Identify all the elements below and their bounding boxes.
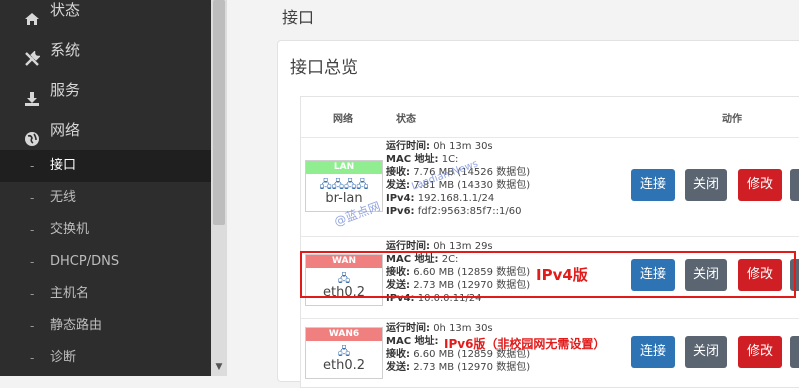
interface-status-lan: 运行时间: 0h 13m 30s MAC 地址: 1C: 接收: 7.76 MB… xyxy=(386,141,531,217)
sidebar-item-wireless[interactable]: - 无线 xyxy=(0,182,211,214)
edit-button-lan[interactable]: 修改 xyxy=(738,169,782,201)
tree-dash: - xyxy=(30,159,35,173)
annotation-ipv4: IPv4版 xyxy=(536,266,588,284)
sidebar-item-label: 无线 xyxy=(50,190,77,205)
sidebar-item-interfaces[interactable]: - 接口 xyxy=(0,150,211,182)
connect-button-lan[interactable]: 连接 xyxy=(631,169,675,201)
row-divider xyxy=(301,236,799,237)
sidebar-item-diagnostics[interactable]: - 诊断 xyxy=(0,342,211,374)
network-ports-icon: 🖧🖧🖧🖧 xyxy=(319,178,369,191)
sidebar-item-label: 诊断 xyxy=(50,350,77,365)
edit-button-wan6[interactable]: 修改 xyxy=(738,336,782,368)
sidebar-item-dhcp-dns[interactable]: - DHCP/DNS xyxy=(0,246,211,278)
interface-name: WAN6 xyxy=(306,328,382,341)
sidebar-item-switch[interactable]: - 交换机 xyxy=(0,214,211,246)
sidebar-item-label: 状态 xyxy=(50,1,81,19)
delete-button-lan[interactable] xyxy=(790,169,799,201)
sidebar-item-static-routes[interactable]: - 静态路由 xyxy=(0,310,211,342)
column-header-network: 网络 xyxy=(333,114,353,125)
sidebar-item-label: 静态路由 xyxy=(50,318,103,333)
sidebar-item-label: 接口 xyxy=(50,158,77,173)
sidebar-item-label: 交换机 xyxy=(50,222,90,237)
tree-dash: - xyxy=(30,191,35,205)
scroll-down-arrow-icon[interactable]: ▼ xyxy=(213,360,225,374)
tree-dash: - xyxy=(30,351,35,365)
sidebar-item-status[interactable]: 状态 xyxy=(0,0,211,30)
sidebar-item-label: DHCP/DNS xyxy=(50,254,120,269)
sidebar-item-label: 系统 xyxy=(50,41,81,59)
column-header-actions: 动作 xyxy=(722,114,742,125)
network-port-icon: 🖧 xyxy=(337,345,351,358)
sidebar-item-label: 网络 xyxy=(50,121,81,139)
home-icon xyxy=(24,2,40,25)
connect-button-wan6[interactable]: 连接 xyxy=(631,336,675,368)
row-divider xyxy=(301,137,799,138)
scrollbar-thumb[interactable] xyxy=(213,0,225,225)
sidebar-item-network[interactable]: 网络 xyxy=(0,110,211,150)
tree-dash: - xyxy=(30,255,35,269)
download-icon xyxy=(24,82,40,106)
sidebar-item-services[interactable]: 服务 xyxy=(0,70,211,110)
globe-icon xyxy=(24,122,40,146)
column-header-status: 状态 xyxy=(396,114,416,125)
wrench-icon xyxy=(24,42,41,66)
section-title: 接口总览 xyxy=(290,58,358,78)
interface-badge-wan6[interactable]: WAN6 🖧 eth0.2 xyxy=(305,327,383,379)
delete-button-wan6[interactable] xyxy=(790,336,799,368)
sidebar-item-label: 主机名 xyxy=(50,286,90,301)
page-title: 接口 xyxy=(282,8,315,27)
close-button-wan6[interactable]: 关闭 xyxy=(685,336,727,368)
annotation-ipv6: IPv6版（非校园网无需设置） xyxy=(444,337,606,351)
tree-dash: - xyxy=(30,223,35,237)
sidebar-item-system[interactable]: 系统 xyxy=(0,30,211,70)
tree-dash: - xyxy=(30,287,35,301)
row-divider xyxy=(301,318,799,319)
interface-name: LAN xyxy=(306,161,382,174)
sidebar-item-label: 服务 xyxy=(50,81,81,99)
tree-dash: - xyxy=(30,319,35,333)
close-button-lan[interactable]: 关闭 xyxy=(685,169,727,201)
sidebar-item-hostnames[interactable]: - 主机名 xyxy=(0,278,211,310)
interface-device: eth0.2 xyxy=(322,358,365,373)
